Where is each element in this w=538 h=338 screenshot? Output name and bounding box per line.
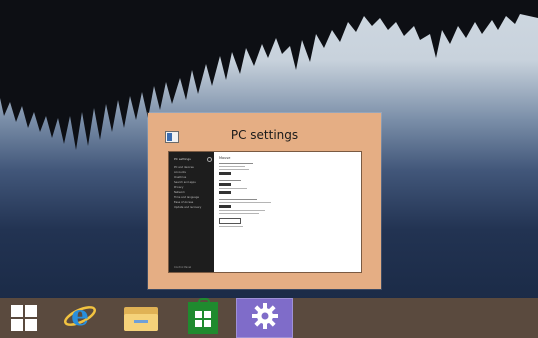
desktop: PC settings PC settings PC and devices A…	[0, 0, 538, 338]
preview-sidebar: PC settings PC and devices Accounts OneD…	[169, 152, 214, 272]
preview-toggle	[219, 183, 231, 186]
preview-sidebar-title: PC settings	[174, 157, 191, 161]
preview-text-line	[219, 210, 265, 211]
store-button[interactable]	[174, 298, 231, 338]
gear-icon	[251, 302, 279, 334]
preview-text-line	[219, 180, 241, 181]
taskbar: e	[0, 298, 538, 338]
preview-button	[219, 218, 241, 224]
start-button[interactable]	[0, 298, 48, 338]
thumbnail-header: PC settings	[148, 113, 381, 149]
preview-text-line	[219, 188, 247, 189]
preview-text-line	[219, 202, 271, 203]
internet-explorer-button[interactable]: e	[51, 298, 108, 338]
preview-toggle	[219, 205, 231, 208]
preview-content-heading: Mouse	[219, 156, 231, 160]
preview-text-line	[219, 163, 253, 164]
preview-text-line	[219, 199, 257, 200]
svg-text:e: e	[71, 299, 89, 332]
preview-content: Mouse	[219, 156, 357, 229]
taskbar-thumbnail-preview[interactable]: PC settings PC settings PC and devices A…	[148, 113, 381, 289]
preview-text-line	[219, 169, 249, 170]
preview-toggle	[219, 172, 231, 175]
preview-text-line	[219, 166, 245, 167]
preview-text-line	[219, 226, 243, 227]
preview-sidebar-footer: Control Panel	[174, 266, 192, 269]
store-icon	[187, 298, 218, 334]
internet-explorer-icon: e	[63, 299, 97, 337]
thumbnail-title: PC settings	[230, 128, 299, 142]
search-icon	[207, 157, 212, 162]
thumbnail-window-preview: PC settings PC and devices Accounts OneD…	[168, 151, 362, 273]
file-explorer-icon	[123, 305, 158, 331]
preview-sidebar-item: Update and recovery	[174, 206, 202, 209]
pc-settings-taskbar-button[interactable]	[236, 298, 293, 338]
preview-toggle	[219, 191, 231, 194]
file-explorer-button[interactable]	[112, 298, 169, 338]
preview-sidebar-list: PC and devices Accounts OneDrive Search …	[174, 165, 201, 210]
preview-text-line	[219, 213, 259, 214]
windows-logo-icon	[11, 305, 37, 331]
